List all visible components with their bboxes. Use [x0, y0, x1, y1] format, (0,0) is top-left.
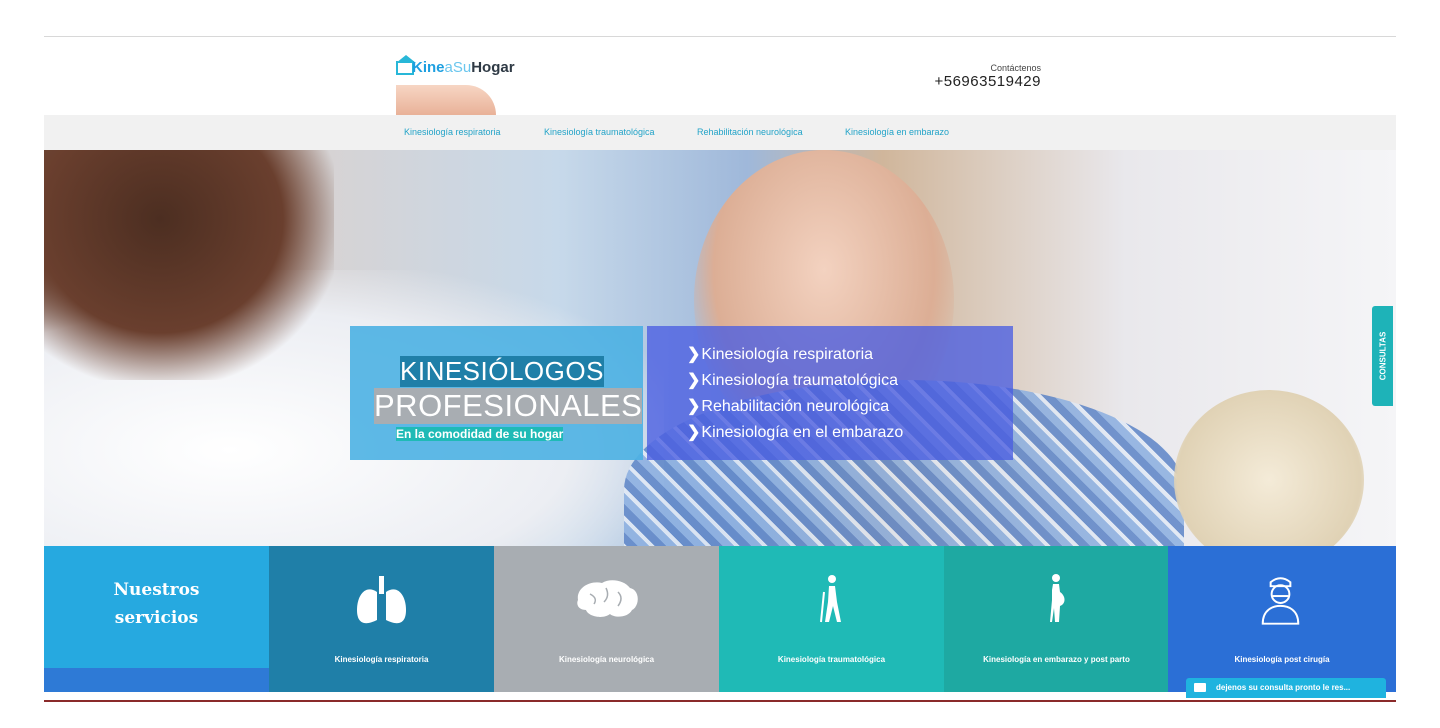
surgeon-icon	[1261, 577, 1300, 625]
hero-service-label: Kinesiología traumatológica	[701, 372, 898, 389]
hand-icon	[396, 85, 496, 115]
main-nav: Kinesiología respiratoria Kinesiología t…	[44, 115, 1396, 150]
chevron-right-icon: ❯	[687, 372, 701, 389]
brain-icon	[577, 580, 638, 617]
logo-part-kine: Kine	[412, 59, 445, 76]
services-tiles: Nuestros servicios Kinesiología respirat…	[44, 546, 1396, 692]
service-tile-post-cirugia[interactable]: Kinesiología post cirugía	[1168, 546, 1396, 692]
hero-service-item[interactable]: ❯Rehabilitación neurológica	[687, 396, 889, 416]
hero-service-item[interactable]: ❯Kinesiología en el embarazo	[687, 422, 903, 442]
service-tile-label: Kinesiología respiratoria	[334, 655, 429, 664]
phone-number[interactable]: +56963519429	[934, 73, 1041, 90]
chat-widget-text: dejenos su consulta pronto le res...	[1216, 683, 1351, 692]
pregnant-icon	[1050, 574, 1065, 622]
hero-service-label: Rehabilitación neurológica	[701, 398, 890, 415]
site-logo[interactable]: KineaSuHogar	[396, 55, 534, 115]
hero-title-line2: PROFESIONALES	[374, 388, 643, 424]
service-tile-label: Kinesiología post cirugía	[1234, 655, 1330, 664]
chevron-right-icon: ❯	[687, 346, 701, 363]
hero-photo-teddy	[1174, 390, 1364, 546]
logo-part-asu: aSu	[444, 59, 472, 76]
hero-title-line1: KINESIÓLOGOS	[400, 356, 604, 387]
contact-block: Contáctenos +56963519429	[934, 63, 1041, 90]
bottom-divider	[44, 700, 1396, 702]
service-tile-label: Kinesiología traumatológica	[777, 655, 886, 664]
service-tile-neurologica[interactable]: Kinesiología neurológica	[494, 546, 719, 692]
walking-crutch-icon	[820, 575, 841, 623]
hero-service-label: Kinesiología respiratoria	[701, 346, 874, 363]
nav-item-embarazo[interactable]: Kinesiología en embarazo	[845, 127, 949, 137]
chevron-right-icon: ❯	[687, 398, 701, 415]
page-frame: KineaSuHogar Contáctenos +56963519429 Ki…	[44, 36, 1396, 692]
hero-title-box: KINESIÓLOGOS PROFESIONALES En la comodid…	[350, 326, 643, 460]
hero-banner: KINESIÓLOGOS PROFESIONALES En la comodid…	[44, 150, 1396, 546]
service-tile-label: Kinesiología en embarazo y post parto	[983, 655, 1130, 664]
service-tile-traumatologica[interactable]: Kinesiología traumatológica	[719, 546, 944, 692]
envelope-icon	[1194, 683, 1206, 692]
hero-service-label: Kinesiología en el embarazo	[701, 424, 904, 441]
nav-item-respiratoria[interactable]: Kinesiología respiratoria	[404, 127, 501, 137]
service-tile-embarazo[interactable]: Kinesiología en embarazo y post parto	[944, 546, 1169, 692]
services-heading-bar	[44, 668, 269, 692]
chevron-right-icon: ❯	[687, 424, 701, 441]
hero-service-item[interactable]: ❯Kinesiología traumatológica	[687, 370, 898, 390]
consultas-tab-label: CONSULTAS	[1378, 331, 1387, 381]
nav-item-neurologica[interactable]: Rehabilitación neurológica	[697, 127, 803, 137]
lungs-icon	[357, 576, 406, 624]
hero-services-box: ❯Kinesiología respiratoria ❯Kinesiología…	[647, 326, 1013, 460]
logo-part-hogar: Hogar	[471, 59, 515, 76]
service-tile-respiratoria[interactable]: Kinesiología respiratoria	[269, 546, 494, 692]
hero-subtitle: En la comodidad de su hogar	[396, 427, 564, 441]
chat-widget[interactable]: dejenos su consulta pronto le res...	[1186, 678, 1386, 698]
hero-photo-doctor-hair	[44, 150, 334, 380]
nav-item-traumatologica[interactable]: Kinesiología traumatológica	[544, 127, 655, 137]
service-tile-label: Kinesiología neurológica	[558, 655, 655, 664]
site-header: KineaSuHogar Contáctenos +56963519429	[44, 37, 1396, 115]
services-heading-line2: servicios	[114, 608, 199, 628]
services-heading-line1: Nuestros	[113, 580, 200, 600]
hero-service-item[interactable]: ❯Kinesiología respiratoria	[687, 344, 873, 364]
services-heading-tile: Nuestros servicios	[44, 546, 269, 692]
consultas-side-tab[interactable]: CONSULTAS	[1372, 306, 1393, 406]
contact-label: Contáctenos	[990, 63, 1041, 73]
services-heading: Nuestros servicios	[44, 576, 269, 632]
logo-text: KineaSuHogar	[396, 59, 515, 76]
